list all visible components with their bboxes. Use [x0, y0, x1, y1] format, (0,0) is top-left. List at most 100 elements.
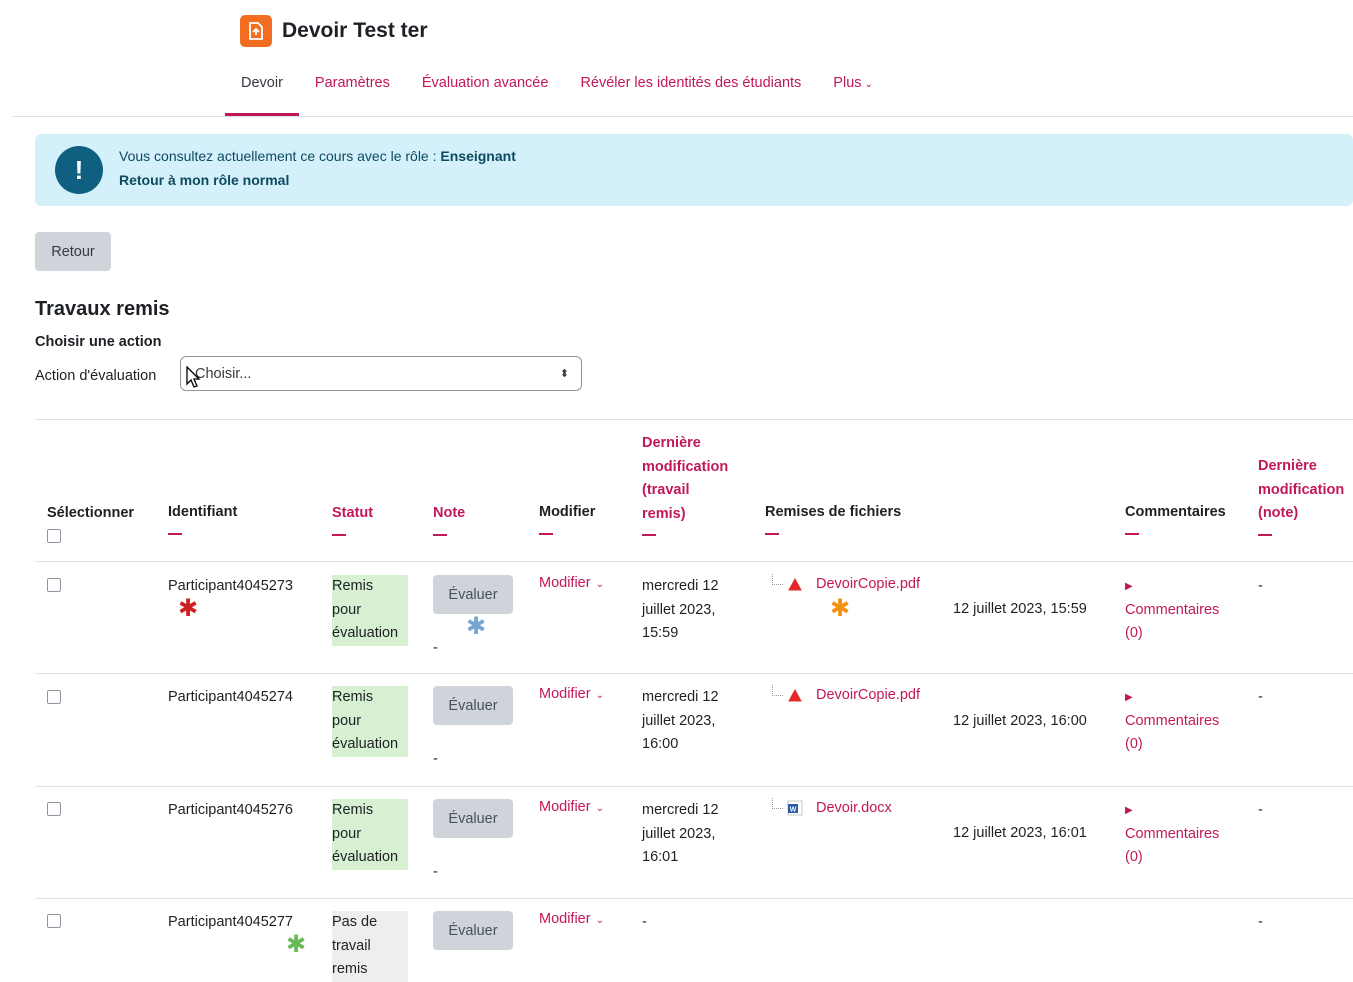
- comments-toggle[interactable]: ▶ Commentaires (0): [1125, 686, 1219, 757]
- date-text: 16:01: [642, 849, 679, 865]
- select-all-checkbox[interactable]: [47, 529, 61, 543]
- grade-value: -: [433, 751, 438, 767]
- row-checkbox[interactable]: [47, 690, 61, 704]
- status-text: travail: [332, 937, 371, 954]
- grade-button[interactable]: Évaluer: [433, 575, 513, 614]
- date-text: mercredi 12: [642, 802, 719, 818]
- tab-plus[interactable]: Plus ⌄: [817, 60, 889, 116]
- file-link[interactable]: DevoirCopie.pdf: [772, 573, 920, 592]
- chevron-down-icon: ⌄: [595, 690, 604, 701]
- modify-dropdown[interactable]: Modifier ⌄: [539, 911, 604, 927]
- participant-id: Participant4045276: [168, 802, 293, 818]
- header-files: Remises de fichiers: [765, 501, 901, 535]
- select-arrows-icon: ⬍: [559, 368, 569, 380]
- header-select: Sélectionner: [47, 505, 135, 521]
- alert-message: Vous consultez actuellement ce cours ave…: [119, 148, 516, 164]
- comments-label: Commentaires: [1125, 825, 1220, 842]
- comments-toggle[interactable]: ▶ Commentaires (0): [1125, 575, 1219, 646]
- sort-dash-icon: [168, 532, 182, 535]
- alert-role: Enseignant: [440, 148, 516, 164]
- status-badge: Pas de travail remis: [332, 911, 408, 982]
- green-asterisk-icon: ✱: [286, 931, 307, 958]
- tab-reveler-identites[interactable]: Révéler les identités des étudiants: [564, 60, 817, 116]
- grading-action-select[interactable]: Choisir... ⬍: [180, 356, 582, 391]
- status-badge: Remis pour évaluation: [332, 799, 408, 870]
- return-role-link[interactable]: Retour à mon rôle normal: [119, 172, 289, 188]
- header-identifiant[interactable]: Identifiant: [168, 501, 237, 535]
- sort-dash-icon: [1125, 532, 1139, 535]
- file-name: DevoirCopie.pdf: [816, 687, 920, 703]
- exclamation-icon: !: [55, 146, 103, 194]
- header-modifier-label: Modifier: [539, 504, 596, 520]
- chevron-down-icon: ⌄: [864, 79, 873, 90]
- row-divider: [35, 673, 1353, 674]
- triangle-right-icon: ▶: [1125, 581, 1133, 592]
- sort-dash-icon: [332, 533, 346, 536]
- page-header: Devoir Test ter: [240, 15, 428, 47]
- header-comments: Commentaires: [1125, 501, 1226, 535]
- last-grade-date: -: [1258, 578, 1263, 594]
- tab-devoir[interactable]: Devoir: [225, 60, 299, 116]
- row-checkbox[interactable]: [47, 578, 61, 592]
- status-text: pour: [332, 825, 362, 842]
- header-last-mod-work[interactable]: Dernière modification (travail remis): [642, 432, 728, 536]
- modify-label: Modifier: [539, 686, 591, 702]
- comments-toggle[interactable]: ▶ Commentaires (0): [1125, 799, 1219, 870]
- tab-parametres[interactable]: Paramètres: [299, 60, 406, 116]
- header-text: (note): [1258, 505, 1299, 521]
- header-last-mod-note[interactable]: Dernière modification (note): [1258, 455, 1344, 536]
- status-text: Remis: [332, 689, 374, 705]
- chevron-down-icon: ⌄: [595, 579, 604, 590]
- header-note[interactable]: Note: [433, 502, 465, 536]
- header-note-label: Note: [433, 505, 466, 521]
- modify-dropdown[interactable]: Modifier ⌄: [539, 575, 604, 591]
- svg-text:W: W: [790, 807, 797, 814]
- choose-action-label: Choisir une action: [35, 334, 162, 350]
- header-statut-label: Statut: [332, 505, 374, 521]
- red-asterisk-icon: ✱: [178, 595, 199, 622]
- comments-count: (0): [1125, 849, 1143, 865]
- date-text: 16:00: [642, 736, 679, 752]
- tab-evaluation-avancee[interactable]: Évaluation avancée: [406, 60, 565, 116]
- role-alert: ! Vous consultez actuellement ce cours a…: [35, 134, 1353, 206]
- grade-button[interactable]: Évaluer: [433, 911, 513, 950]
- header-statut[interactable]: Statut: [332, 502, 373, 536]
- last-grade-date: -: [1258, 914, 1263, 930]
- header-files-label: Remises de fichiers: [765, 504, 902, 520]
- last-grade-date: -: [1258, 802, 1263, 818]
- grade-value: -: [433, 640, 438, 656]
- grade-button[interactable]: Évaluer: [433, 686, 513, 725]
- file-link[interactable]: DevoirCopie.pdf: [772, 684, 920, 703]
- sort-dash-icon: [642, 534, 656, 536]
- tab-plus-label: Plus: [833, 75, 862, 91]
- comments-label: Commentaires: [1125, 601, 1220, 618]
- last-modified-date: -: [642, 914, 647, 930]
- status-badge: Remis pour évaluation: [332, 575, 408, 646]
- mouse-cursor-icon: [186, 366, 201, 388]
- last-modified-date: mercredi 12 juillet 2023, 16:00: [642, 686, 719, 757]
- triangle-right-icon: ▶: [1125, 692, 1133, 703]
- grade-button[interactable]: Évaluer: [433, 799, 513, 838]
- blue-asterisk-icon: ✱: [466, 613, 487, 640]
- header-text: (travail: [642, 482, 690, 498]
- modify-label: Modifier: [539, 911, 591, 927]
- file-link[interactable]: W Devoir.docx: [772, 797, 892, 816]
- modify-dropdown[interactable]: Modifier ⌄: [539, 799, 604, 815]
- file-date: 12 juillet 2023, 16:01: [953, 825, 1087, 841]
- date-text: juillet 2023,: [642, 712, 716, 729]
- nav-divider: [12, 116, 1353, 117]
- row-divider: [35, 561, 1353, 562]
- modify-dropdown[interactable]: Modifier ⌄: [539, 686, 604, 702]
- file-name: DevoirCopie.pdf: [816, 576, 920, 592]
- tree-connector: [772, 573, 783, 585]
- comments-count: (0): [1125, 625, 1143, 641]
- header-text: Dernière: [642, 435, 701, 451]
- word-file-icon: W: [787, 800, 803, 816]
- status-text: Pas de: [332, 914, 378, 930]
- back-button[interactable]: Retour: [35, 232, 111, 271]
- row-checkbox[interactable]: [47, 914, 61, 928]
- status-text: évaluation: [332, 849, 399, 865]
- row-checkbox[interactable]: [47, 802, 61, 816]
- assignment-icon: [240, 15, 272, 47]
- last-modified-date: mercredi 12 juillet 2023, 15:59: [642, 575, 719, 646]
